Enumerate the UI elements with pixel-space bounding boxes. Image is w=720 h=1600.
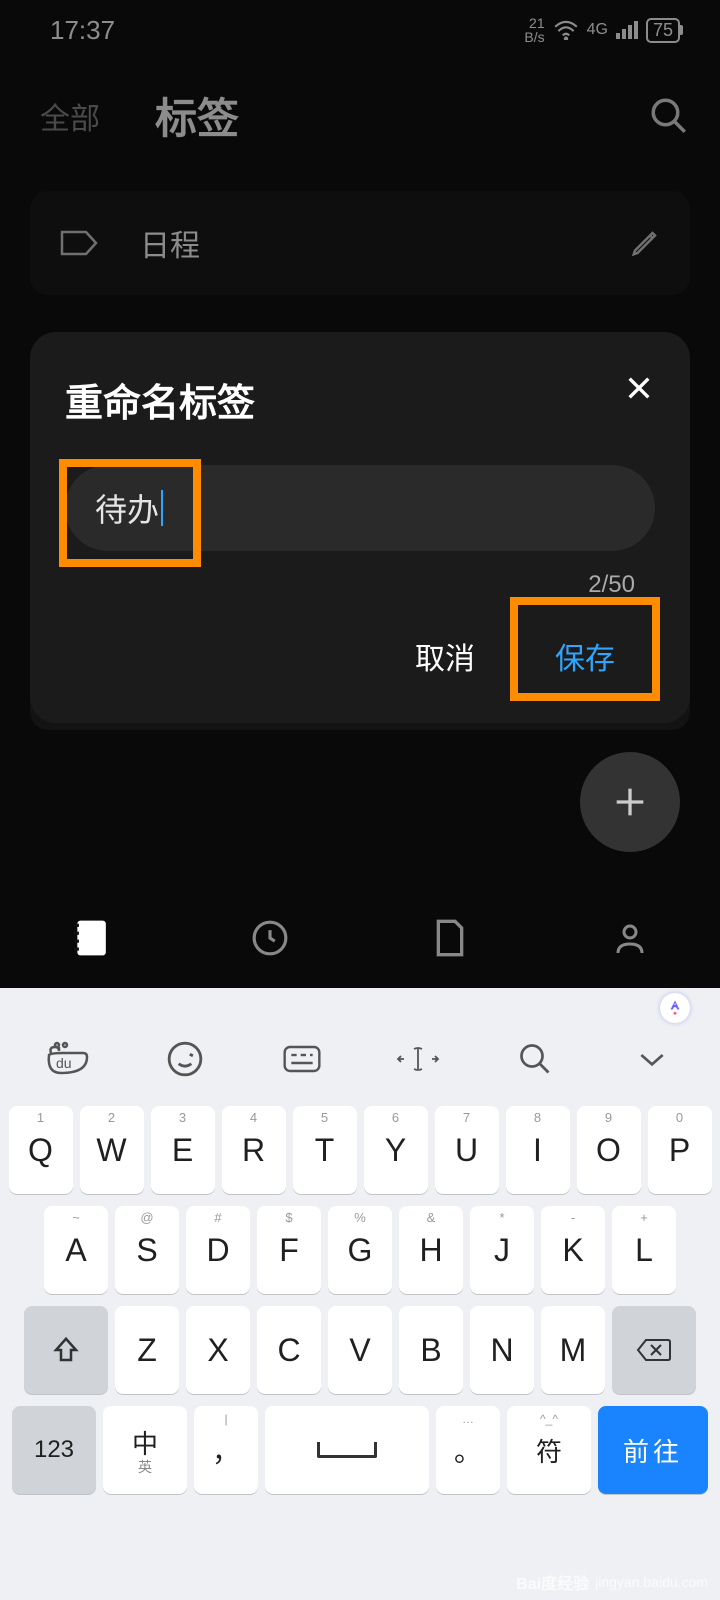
notebook-icon: [71, 917, 109, 959]
keyboard-du-icon[interactable]: du: [33, 1034, 103, 1084]
add-tag-fab[interactable]: [580, 752, 680, 852]
backspace-key[interactable]: [612, 1306, 696, 1394]
key-c[interactable]: C: [257, 1306, 321, 1394]
key-s[interactable]: @S: [115, 1206, 179, 1294]
key-o[interactable]: 9O: [577, 1106, 641, 1194]
dialog-title: 重命名标签: [65, 372, 655, 427]
svg-text:du: du: [56, 1055, 72, 1071]
language-toggle-key[interactable]: 中 英: [103, 1406, 187, 1494]
keyboard-input-method-icon[interactable]: [267, 1034, 337, 1084]
key-b[interactable]: B: [399, 1306, 463, 1394]
key-k[interactable]: -K: [541, 1206, 605, 1294]
key-v[interactable]: V: [328, 1306, 392, 1394]
soft-keyboard: du 1Q2W3E4R5T6Y7U8I9O0P ~A@S#D$F%G&H*J-K…: [0, 988, 720, 1600]
shift-icon: [51, 1335, 81, 1365]
rename-tag-dialog: 重命名标签 待办 2/50 取消 保存: [30, 332, 690, 723]
key-y[interactable]: 6Y: [364, 1106, 428, 1194]
text-cursor: [161, 490, 163, 526]
dialog-close-button[interactable]: [623, 372, 655, 404]
key-a[interactable]: ~A: [44, 1206, 108, 1294]
numeric-key[interactable]: 123: [12, 1406, 96, 1494]
keyboard-assistant-icon[interactable]: [660, 993, 690, 1023]
keyboard-search-icon[interactable]: [500, 1034, 570, 1084]
space-key[interactable]: [265, 1406, 429, 1494]
bottom-nav: [0, 888, 720, 988]
key-m[interactable]: M: [541, 1306, 605, 1394]
nav-files[interactable]: [426, 914, 474, 962]
keyboard-emoji-icon[interactable]: [150, 1034, 220, 1084]
key-z[interactable]: Z: [115, 1306, 179, 1394]
input-value: 待办: [95, 485, 159, 531]
key-t[interactable]: 5T: [293, 1106, 357, 1194]
backspace-icon: [636, 1337, 672, 1363]
keyboard-toolbar: du: [0, 1028, 720, 1098]
plus-icon: [610, 782, 650, 822]
key-u[interactable]: 7U: [435, 1106, 499, 1194]
key-d[interactable]: #D: [186, 1206, 250, 1294]
keyboard-collapse-icon[interactable]: [617, 1034, 687, 1084]
key-q[interactable]: 1Q: [9, 1106, 73, 1194]
key-g[interactable]: %G: [328, 1206, 392, 1294]
key-p[interactable]: 0P: [648, 1106, 712, 1194]
key-f[interactable]: $F: [257, 1206, 321, 1294]
period-key[interactable]: … 。: [436, 1406, 500, 1494]
file-icon: [433, 918, 467, 958]
key-r[interactable]: 4R: [222, 1106, 286, 1194]
symbol-key[interactable]: ^_^ 符: [507, 1406, 591, 1494]
key-i[interactable]: 8I: [506, 1106, 570, 1194]
shift-key[interactable]: [24, 1306, 108, 1394]
nav-profile[interactable]: [606, 914, 654, 962]
enter-key[interactable]: 前往: [598, 1406, 708, 1494]
key-x[interactable]: X: [186, 1306, 250, 1394]
close-icon: [623, 372, 655, 404]
keyboard-cursor-icon[interactable]: [383, 1034, 453, 1084]
key-j[interactable]: *J: [470, 1206, 534, 1294]
space-icon: [317, 1442, 377, 1458]
save-button[interactable]: 保存: [535, 619, 635, 693]
key-w[interactable]: 2W: [80, 1106, 144, 1194]
nav-notes[interactable]: [66, 914, 114, 962]
key-h[interactable]: &H: [399, 1206, 463, 1294]
key-n[interactable]: N: [470, 1306, 534, 1394]
cancel-button[interactable]: 取消: [405, 619, 485, 693]
clock-icon: [251, 919, 289, 957]
tag-name-input[interactable]: 待办: [65, 465, 655, 551]
person-icon: [612, 919, 648, 957]
comma-key[interactable]: | ，: [194, 1406, 258, 1494]
key-l[interactable]: +L: [612, 1206, 676, 1294]
character-count: 2/50: [65, 571, 635, 599]
nav-recent[interactable]: [246, 914, 294, 962]
key-e[interactable]: 3E: [151, 1106, 215, 1194]
watermark: Bai度经验 jingyan.baidu.com: [516, 1570, 708, 1594]
